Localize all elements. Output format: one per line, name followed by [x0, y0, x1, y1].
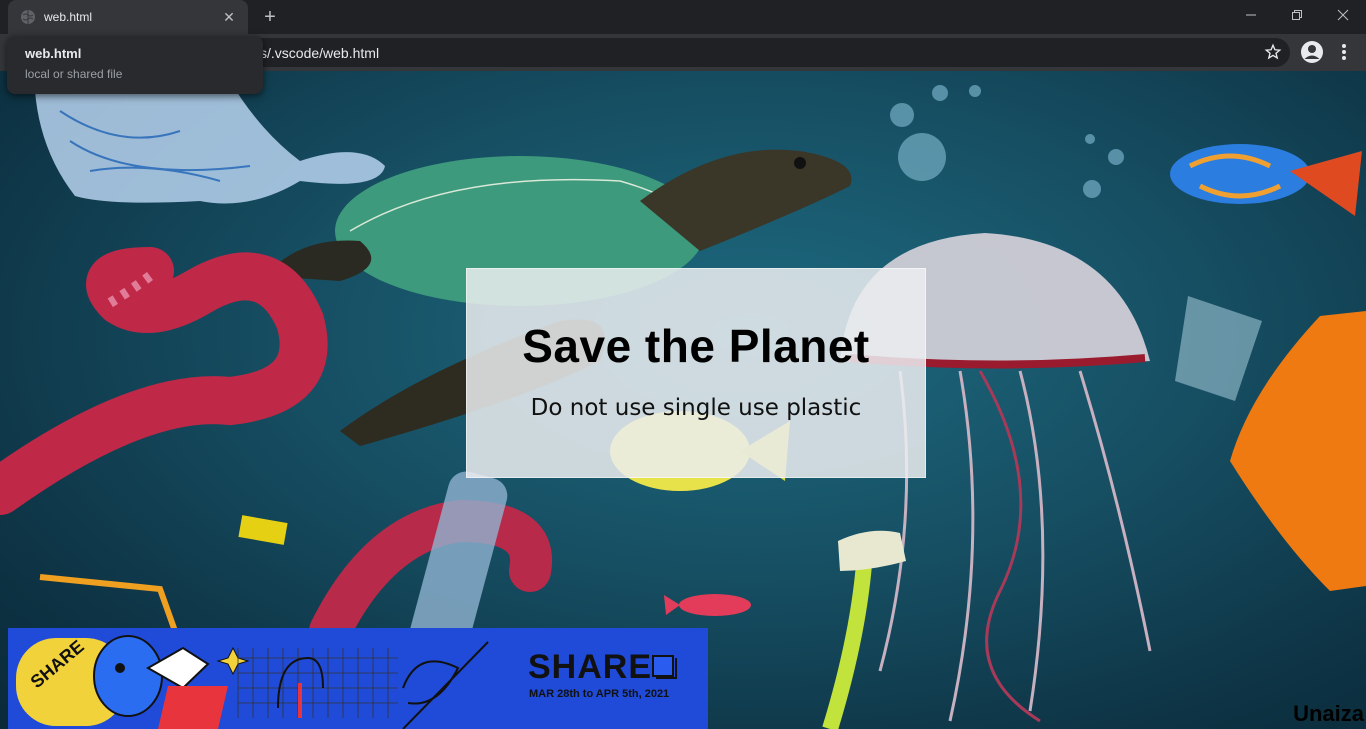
kebab-menu-icon[interactable] [1334, 40, 1354, 64]
address-url: s/.vscode/web.html [260, 45, 380, 61]
minimize-icon[interactable] [1228, 0, 1274, 30]
close-icon[interactable] [1320, 0, 1366, 30]
window-controls [1228, 0, 1366, 30]
banner-dates: MAR 28th to APR 5th, 2021 [529, 688, 670, 700]
bubbles-illustration [890, 85, 1124, 198]
share-event-banner[interactable]: SHARE SHARE MAR 28th to APR 5th, 2021 [8, 628, 708, 729]
address-bar[interactable]: s/.vscode/web.html [236, 38, 1290, 67]
plastic-cup-illustration [1175, 296, 1262, 401]
profile-icon[interactable] [1300, 40, 1324, 64]
tab-close-icon[interactable]: ✕ [220, 9, 238, 26]
page-tagline: Do not use single use plastic [530, 395, 862, 421]
plastic-bag-illustration [35, 81, 385, 204]
tooltip-subtitle: local or shared file [25, 67, 123, 81]
tab-strip: web.html ✕ + [0, 0, 1366, 34]
tab-hover-tooltip: web.html local or shared file [7, 36, 263, 94]
banner-brand: SHARE [528, 648, 653, 686]
tab-web-html[interactable]: web.html ✕ [8, 0, 248, 34]
page-title: Save the Planet [522, 320, 870, 372]
restore-icon[interactable] [1274, 0, 1320, 30]
star-icon[interactable] [1264, 43, 1282, 61]
mandarin-fish-illustration [1170, 144, 1362, 216]
tooltip-title: web.html [25, 46, 82, 61]
straw-illustration [39, 574, 178, 633]
tab-title: web.html [44, 10, 93, 24]
globe-icon [21, 10, 35, 24]
red-fish-illustration [664, 594, 751, 616]
lego-brick-illustration [238, 515, 288, 545]
message-card: Save the Planet Do not use single use pl… [466, 268, 926, 478]
page-viewport: Save the Planet Do not use single use pl… [0, 71, 1366, 729]
scrub-brush-illustration [822, 530, 906, 729]
new-tab-button[interactable]: + [258, 5, 282, 29]
author-signature: Unaiza [1293, 701, 1364, 726]
